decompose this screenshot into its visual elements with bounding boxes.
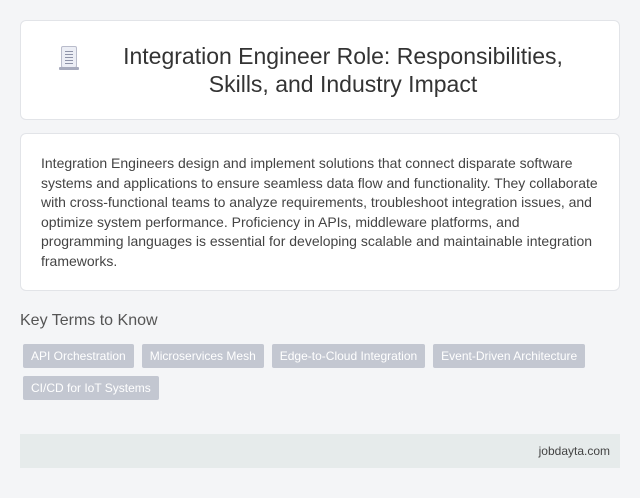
title-card: Integration Engineer Role: Responsibilit…	[20, 20, 620, 120]
key-terms-list: API Orchestration Microservices Mesh Edg…	[23, 344, 613, 408]
description-text: Integration Engineers design and impleme…	[41, 155, 598, 269]
footer: jobdayta.com	[20, 434, 620, 468]
tag-event-driven-architecture[interactable]: Event-Driven Architecture	[433, 344, 586, 368]
key-terms-heading: Key Terms to Know	[20, 312, 158, 329]
page: Integration Engineer Role: Responsibilit…	[0, 0, 640, 498]
tag-edge-to-cloud-integration[interactable]: Edge-to-Cloud Integration	[271, 344, 426, 368]
page-title: Integration Engineer Role: Responsibilit…	[123, 43, 563, 97]
title-row: Integration Engineer Role: Responsibilit…	[59, 42, 579, 98]
description-card: Integration Engineers design and impleme…	[20, 133, 620, 291]
footer-site-link[interactable]: jobdayta.com	[539, 444, 610, 458]
tag-microservices-mesh[interactable]: Microservices Mesh	[141, 344, 264, 368]
tag-ci-cd-iot-systems[interactable]: CI/CD for IoT Systems	[23, 376, 159, 400]
tag-api-orchestration[interactable]: API Orchestration	[23, 344, 134, 368]
document-icon	[59, 46, 79, 70]
